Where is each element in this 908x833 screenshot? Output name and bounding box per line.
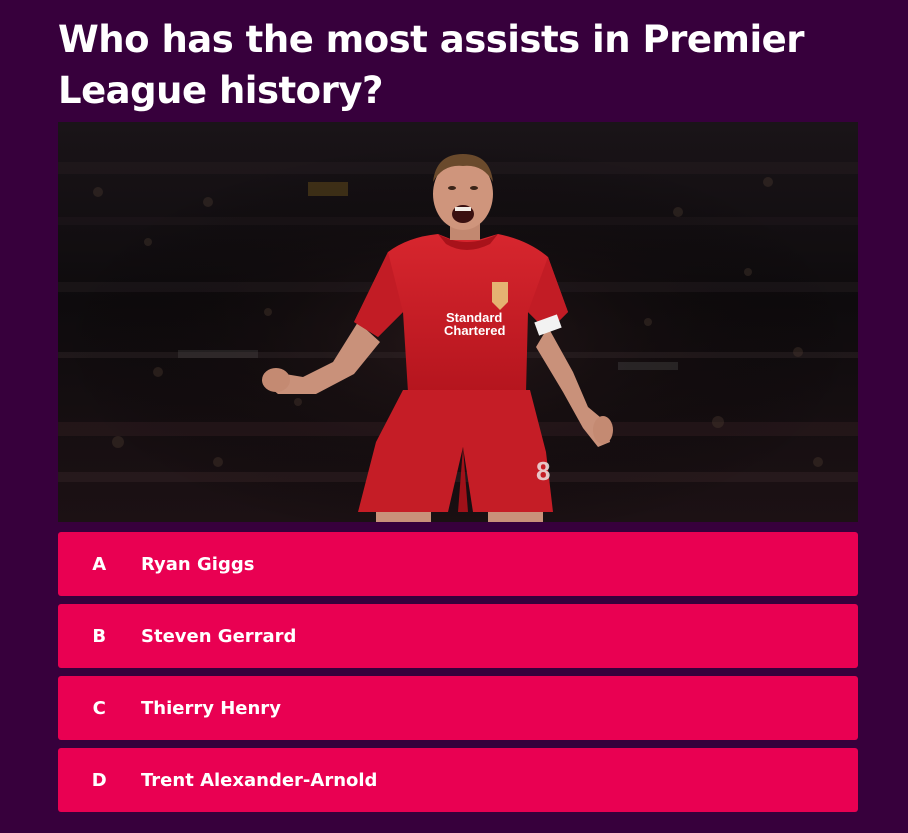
answer-option-c[interactable]: C Thierry Henry [58,676,858,740]
question-title: Who has the most assists in Premier Leag… [58,18,805,112]
shorts-number: 8 [536,456,550,486]
answer-text: Ryan Giggs [141,553,255,575]
answer-list: A Ryan Giggs B Steven Gerrard C Thierry … [58,532,858,820]
answer-option-d[interactable]: D Trent Alexander-Arnold [58,748,858,812]
answer-text: Thierry Henry [141,697,281,719]
answer-letter: C [92,697,107,719]
answer-letter: D [91,769,108,791]
shirt-sponsor-text-2: Chartered [444,323,505,338]
answer-text: Trent Alexander-Arnold [141,769,378,791]
question-image: Standard Chartered 8 [58,122,858,522]
answer-letter: B [92,625,107,647]
answer-text: Steven Gerrard [141,625,297,647]
answer-option-b[interactable]: B Steven Gerrard [58,604,858,668]
answer-option-a[interactable]: A Ryan Giggs [58,532,858,596]
answer-letter: A [92,553,107,575]
